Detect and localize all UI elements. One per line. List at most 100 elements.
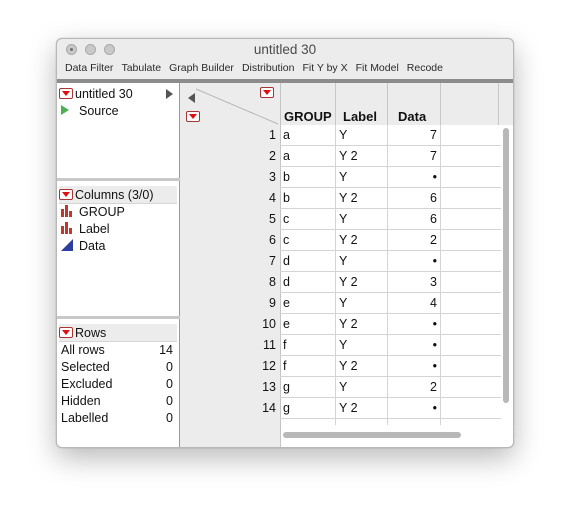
data-cell[interactable]: •: [390, 251, 437, 272]
rows-menu-red-triangle-icon[interactable]: [59, 327, 73, 338]
group-cell[interactable]: b: [283, 188, 333, 209]
group-cell[interactable]: c: [283, 230, 333, 251]
data-grid: GROUP Label Data 1aY72aY 2 7 3 b Y • 4 b Y 265cY…: [180, 83, 513, 447]
group-cell[interactable]: e: [283, 314, 333, 335]
column-item-data[interactable]: Data: [61, 238, 105, 254]
menu-distribution[interactable]: Distribution: [242, 60, 295, 78]
expand-arrow-icon[interactable]: [166, 89, 173, 99]
column-item-group[interactable]: GROUP: [61, 204, 125, 220]
data-cell[interactable]: 7: [390, 146, 437, 167]
data-cell[interactable]: 3: [390, 272, 437, 293]
menu-fit-model[interactable]: Fit Model: [356, 60, 399, 78]
label-cell[interactable]: Y: [339, 209, 384, 230]
group-cell[interactable]: f: [283, 356, 333, 377]
label-cell[interactable]: Y: [339, 251, 384, 272]
row-number[interactable]: 8: [220, 272, 276, 293]
group-cell[interactable]: c: [283, 209, 333, 230]
group-cell[interactable]: g: [283, 377, 333, 398]
row-number[interactable]: 6: [220, 230, 276, 251]
label-cell[interactable]: Y 2: [339, 398, 384, 419]
label-cell[interactable]: Y: [339, 125, 384, 146]
collapse-left-arrow-icon[interactable]: [188, 93, 195, 103]
row-number[interactable]: 10: [220, 314, 276, 335]
data-cell[interactable]: •: [390, 167, 437, 188]
window-title: untitled 30: [253, 42, 317, 57]
horizontal-scrollbar[interactable]: [283, 432, 461, 438]
label-cell[interactable]: Y 2: [339, 314, 384, 335]
row-number[interactable]: 3: [220, 167, 276, 188]
group-cell[interactable]: d: [283, 251, 333, 272]
column-item-label[interactable]: Label: [61, 221, 110, 237]
row-number[interactable]: 1: [220, 125, 276, 146]
row-number[interactable]: 7: [220, 251, 276, 272]
data-cell[interactable]: 4: [390, 293, 437, 314]
row-number[interactable]: 4: [220, 188, 276, 209]
left-panels: untitled 30 Source Columns (3/0) GROUP L…: [57, 83, 180, 447]
source-script-item[interactable]: Source: [61, 103, 119, 119]
table-panel: untitled 30 Source: [57, 83, 180, 178]
data-cell[interactable]: •: [390, 356, 437, 377]
grid-line: [440, 125, 441, 425]
label-cell[interactable]: Y: [339, 377, 384, 398]
group-cell[interactable]: a: [283, 146, 333, 167]
rows-corner-red-triangle-icon[interactable]: [186, 111, 200, 122]
stat-value: 14: [159, 343, 173, 357]
nominal-bar-icon: [61, 204, 72, 217]
column-header-group[interactable]: GROUP: [284, 107, 332, 125]
row-number[interactable]: 12: [220, 356, 276, 377]
row-number[interactable]: 2: [220, 146, 276, 167]
column-header-data[interactable]: Data: [398, 107, 426, 125]
label-cell[interactable]: Y 2: [339, 188, 384, 209]
data-cell[interactable]: •: [390, 398, 437, 419]
label-cell[interactable]: Y 2: [339, 356, 384, 377]
group-cell[interactable]: e: [283, 293, 333, 314]
rows-stat-all: All rows 14: [61, 343, 173, 360]
row-number[interactable]: 14: [220, 398, 276, 419]
source-label: Source: [79, 104, 119, 118]
label-cell[interactable]: Y 2: [339, 272, 384, 293]
table-menu-red-triangle-icon[interactable]: [59, 88, 73, 99]
jmp-data-table-window: untitled 30 Data Filter Tabulate Graph B…: [56, 38, 514, 448]
menu-graph-builder[interactable]: Graph Builder: [169, 60, 234, 78]
group-cell[interactable]: f: [283, 335, 333, 356]
vertical-scrollbar[interactable]: [503, 128, 509, 403]
rows-header: Rows: [75, 325, 107, 340]
columns-panel: Columns (3/0) GROUP Label Data: [57, 181, 180, 316]
label-cell[interactable]: Y: [339, 167, 384, 188]
label-cell[interactable]: Y 2: [339, 146, 384, 167]
menu-data-filter[interactable]: Data Filter: [65, 60, 113, 78]
label-cell[interactable]: Y 2: [339, 230, 384, 251]
label-cell[interactable]: Y: [339, 293, 384, 314]
stat-label: Hidden: [61, 394, 101, 408]
group-cell[interactable]: g: [283, 398, 333, 419]
data-cell[interactable]: 6: [390, 188, 437, 209]
label-cell[interactable]: Y: [339, 335, 384, 356]
toolbar: Data Filter Tabulate Graph Builder Distr…: [57, 60, 451, 78]
columns-header: Columns (3/0): [75, 187, 154, 202]
menu-recode[interactable]: Recode: [407, 60, 443, 78]
header-line: [498, 83, 499, 125]
group-cell[interactable]: a: [283, 125, 333, 146]
rows-stat-hidden: Hidden 0: [61, 394, 173, 411]
data-cell[interactable]: 6: [390, 209, 437, 230]
stat-label: Selected: [61, 360, 110, 374]
row-number[interactable]: 5: [220, 209, 276, 230]
menu-fit-y-by-x[interactable]: Fit Y by X: [302, 60, 347, 78]
data-cell[interactable]: 2: [390, 377, 437, 398]
columns-corner-red-triangle-icon[interactable]: [260, 87, 274, 98]
columns-menu-red-triangle-icon[interactable]: [59, 189, 73, 200]
column-header-label[interactable]: Label: [343, 107, 377, 125]
data-cell[interactable]: 2: [390, 230, 437, 251]
row-number[interactable]: 13: [220, 377, 276, 398]
data-cell[interactable]: 7: [390, 125, 437, 146]
rows-stat-selected: Selected 0: [61, 360, 173, 377]
stat-value: 0: [166, 411, 173, 425]
group-cell[interactable]: b: [283, 167, 333, 188]
header-line: [440, 83, 441, 125]
data-cell[interactable]: •: [390, 314, 437, 335]
row-number[interactable]: 9: [220, 293, 276, 314]
row-number[interactable]: 11: [220, 335, 276, 356]
group-cell[interactable]: d: [283, 272, 333, 293]
menu-tabulate[interactable]: Tabulate: [121, 60, 161, 78]
data-cell[interactable]: •: [390, 335, 437, 356]
